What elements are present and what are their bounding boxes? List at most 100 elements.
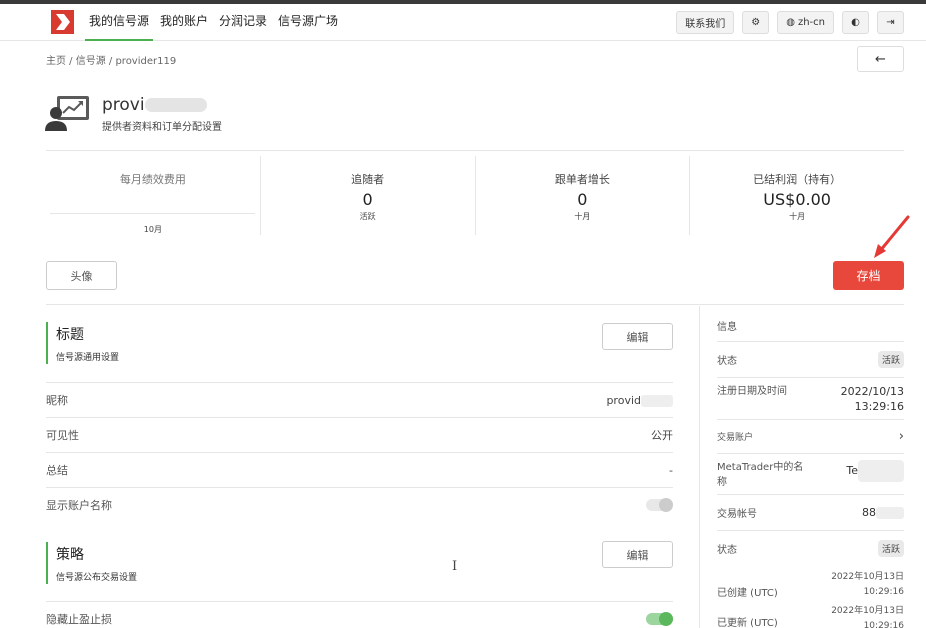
mt-name-text: Te (846, 464, 858, 477)
stat-sub: 十月 (574, 212, 591, 221)
section-title: 标题 (56, 327, 84, 343)
row-label: 总结 (46, 464, 68, 477)
edit-strategy-button[interactable]: 编辑 (602, 541, 673, 568)
language-label: zh-cn (797, 17, 825, 28)
redacted-blur (144, 98, 207, 112)
info-label: 状态 (717, 545, 737, 556)
arrow-left-icon: ← (875, 51, 886, 67)
stat-followers: 追随者 0 活跃 (261, 156, 476, 235)
info-account-number-row: 交易帐号 88 (717, 494, 904, 530)
provider-subtitle: 提供者资料和订单分配设置 (102, 122, 222, 133)
updated-datetime: 2022年10月13日 10:29:16 (831, 604, 904, 628)
brand-logo-icon[interactable] (51, 10, 74, 34)
stat-label: 跟单者增长 (554, 173, 610, 186)
stat-label: 每月绩效费用 (119, 173, 186, 186)
stat-chart-axis (50, 213, 255, 214)
status-badge: 活跃 (877, 351, 904, 368)
main-nav-links: 我的信号源 我的账户 分润记录 信号源广场 (85, 4, 345, 41)
stat-label: 已结利润（持有） (753, 173, 842, 186)
nav-my-signal-sources[interactable]: 我的信号源 (85, 4, 154, 41)
updated-date: 2022年10月13日 (831, 606, 904, 616)
redacted-blur (858, 460, 904, 482)
info-label: 状态 (717, 356, 737, 367)
info-status2-row: 状态 活跃 (717, 530, 904, 566)
section-title: 策略 (56, 547, 84, 563)
nav-signal-marketplace[interactable]: 信号源广场 (274, 4, 342, 41)
status-badge: 活跃 (877, 540, 904, 557)
avatar-button[interactable]: 头像 (46, 261, 117, 290)
logout-button[interactable]: ⇥ (877, 11, 904, 34)
stats-panel: 每月绩效费用 10月 追随者 0 活跃 跟单者增长 0 十月 已结利润（持有） … (46, 150, 904, 240)
breadcrumb[interactable]: 主页 / 信号源 / provider119 (46, 52, 176, 67)
row-show-account-name: 显示账户名称 (46, 487, 673, 522)
provider-avatar-icon (45, 94, 91, 135)
trading-account-heading: 交易账户 (717, 433, 754, 443)
text-cursor-icon: I (452, 559, 458, 574)
registration-datetime: 2022/10/13 13:29:16 (841, 384, 904, 414)
contact-us-button[interactable]: 联系我们 (676, 11, 735, 34)
row-hide-sltp: 隐藏止盈止损 (46, 601, 673, 628)
show-account-name-toggle[interactable] (646, 498, 673, 512)
updated-time: 10:29:16 (863, 621, 904, 628)
stat-value: US$0.00 (763, 190, 831, 209)
registration-date: 2022/10/13 (840, 385, 904, 398)
info-label: 交易帐号 (717, 509, 757, 520)
language-button[interactable]: ◍ zh-cn (777, 11, 834, 34)
row-visibility: 可见性 公开 (46, 417, 673, 452)
edit-title-button[interactable]: 编辑 (602, 323, 673, 350)
stat-label: 追随者 (351, 173, 385, 186)
account-number-text: 88 (862, 506, 876, 519)
settings-button[interactable]: ⚙ (742, 11, 770, 34)
row-label: 显示账户名称 (46, 499, 112, 512)
trading-account-row[interactable]: 交易账户 › (717, 419, 904, 453)
provider-name: provi (102, 95, 207, 115)
stat-chart-label: 10月 (143, 225, 162, 234)
back-button[interactable]: ← (857, 46, 904, 72)
info-updated-row: 已更新 (UTC) 2022年10月13日 10:29:16 (717, 604, 904, 628)
info-status-row: 状态 活跃 (717, 341, 904, 377)
info-registration-row: 注册日期及时间 2022/10/13 13:29:16 (717, 377, 904, 419)
section-title-header: 标题 信号源通用设置 (46, 322, 119, 364)
nav-profit-share-records[interactable]: 分润记录 (215, 4, 271, 41)
column-divider (699, 306, 700, 628)
info-created-row: 已创建 (UTC) 2022年10月13日 10:29:16 (717, 566, 904, 604)
section-subtitle: 信号源公布交易设置 (56, 573, 138, 583)
logout-icon: ⇥ (886, 17, 895, 28)
contrast-icon: ◐ (851, 17, 860, 28)
stat-value: 0 (577, 190, 588, 209)
redacted-blur (641, 394, 673, 407)
row-nickname: 昵称 provid (46, 382, 673, 417)
row-value: 公开 (651, 429, 673, 442)
save-button[interactable]: 存档 (833, 261, 904, 290)
info-heading: 信息 (717, 322, 737, 333)
redacted-blur (876, 507, 904, 519)
section-strategy-header: 策略 信号源公布交易设置 (46, 542, 137, 584)
stat-follower-growth: 跟单者增长 0 十月 (476, 156, 691, 235)
info-label: 注册日期及时间 (717, 386, 787, 397)
row-value: provid (606, 394, 673, 407)
gear-icon: ⚙ (751, 17, 761, 28)
row-label: 隐藏止盈止损 (46, 613, 112, 626)
divider (46, 304, 904, 305)
hide-sltp-toggle[interactable] (646, 612, 673, 626)
info-label: 已创建 (UTC) (717, 587, 778, 599)
info-label: 已更新 (UTC) (717, 618, 778, 628)
annotation-arrow-icon (874, 215, 910, 258)
row-label: 昵称 (46, 394, 68, 407)
stat-monthly-fee: 每月绩效费用 10月 (46, 156, 261, 235)
nav-actions: 联系我们 ⚙ ◍ zh-cn ◐ ⇥ (676, 11, 904, 34)
mt-name-value: Te (846, 460, 904, 482)
info-mt-name-row: MetaTrader中的名称 Te (717, 453, 904, 494)
theme-toggle-button[interactable]: ◐ (842, 11, 869, 34)
row-summary: 总结 - (46, 452, 673, 487)
row-label: 可见性 (46, 429, 79, 442)
nav-my-accounts[interactable]: 我的账户 (156, 4, 212, 41)
top-navbar: 我的信号源 我的账户 分润记录 信号源广场 联系我们 ⚙ ◍ zh-cn ◐ ⇥ (0, 4, 926, 41)
nickname-value: provid (606, 393, 641, 407)
account-number-value: 88 (862, 505, 904, 520)
created-time: 10:29:16 (863, 587, 904, 597)
row-value: - (669, 463, 673, 477)
created-datetime: 2022年10月13日 10:29:16 (831, 570, 904, 600)
globe-icon: ◍ (786, 17, 795, 28)
stat-value: 0 (362, 190, 373, 209)
